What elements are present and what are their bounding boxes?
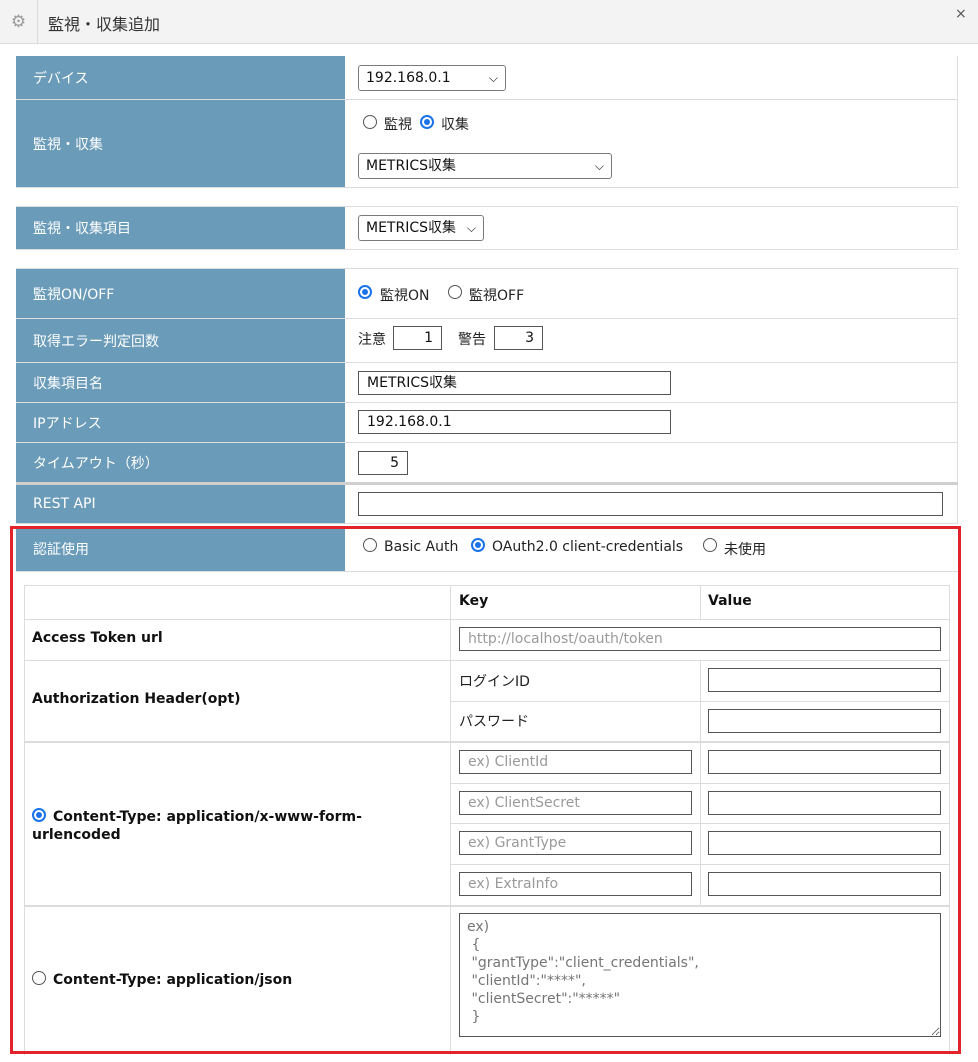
value-header: Value — [708, 593, 752, 609]
login-id-label: ログインID — [459, 674, 530, 690]
access-token-input[interactable]: http://localhost/oauth/token — [459, 627, 941, 651]
access-token-label: Access Token url — [32, 630, 163, 646]
radio-collect-label: 収集 — [441, 117, 469, 133]
radio-no-auth-label: 未使用 — [724, 542, 766, 558]
collect-type-select[interactable]: METRICS収集 ⌵ — [358, 153, 612, 179]
radio-monitor-label: 監視 — [384, 117, 412, 133]
password-input[interactable] — [708, 709, 941, 733]
item-label: 監視・収集項目 — [16, 207, 345, 249]
radio-collect[interactable] — [420, 115, 434, 129]
radio-json[interactable] — [32, 971, 46, 985]
dialog-titlebar: ⚙ 監視・収集追加 × — [0, 0, 978, 44]
grant-type-value-input[interactable] — [708, 831, 941, 855]
chevron-down-icon: ⌵ — [488, 71, 498, 85]
item-select-value: METRICS収集 — [366, 220, 456, 236]
timeout-input[interactable]: 5 — [358, 451, 408, 475]
chevron-down-icon: ⌵ — [466, 221, 476, 235]
client-secret-value-input[interactable] — [708, 791, 941, 815]
login-id-input[interactable] — [708, 668, 941, 692]
chevron-down-icon: ⌵ — [594, 159, 604, 173]
radio-form-urlencoded[interactable] — [32, 808, 46, 822]
gear-icon[interactable]: ⚙ — [0, 0, 38, 43]
item-name-label: 収集項目名 — [16, 363, 345, 402]
radio-basic-auth[interactable] — [363, 538, 377, 552]
device-select[interactable]: 192.168.0.1 ⌵ — [358, 65, 506, 91]
monitor-onoff-label: 監視ON/OFF — [16, 269, 345, 318]
client-id-key-input[interactable]: ex) ClientId — [459, 750, 692, 774]
dialog-title: 監視・収集追加 — [48, 15, 161, 34]
radio-monitor-on[interactable] — [358, 285, 372, 299]
form-urlencoded-label-line2: urlencoded — [32, 827, 121, 843]
timeout-cell — [345, 443, 958, 482]
item-name-input[interactable]: METRICS収集 — [358, 371, 671, 395]
ip-address-label: IPアドレス — [16, 403, 345, 442]
caution-input[interactable]: 1 — [393, 326, 442, 350]
radio-monitor-on-label: 監視ON — [380, 288, 430, 304]
json-body-textarea[interactable] — [459, 913, 941, 1037]
error-count-label: 取得エラー判定回数 — [16, 319, 345, 362]
extra-info-value-input[interactable] — [708, 872, 941, 896]
auth-header-label: Authorization Header(opt) — [32, 691, 241, 707]
password-label: パスワード — [459, 714, 529, 730]
rest-api-label: REST API — [16, 485, 345, 523]
form-urlencoded-label-line1: Content-Type: application/x-www-form- — [53, 809, 362, 825]
radio-no-auth[interactable] — [703, 538, 717, 552]
item-select[interactable]: METRICS収集 ⌵ — [358, 215, 484, 241]
key-header: Key — [459, 593, 489, 609]
radio-oauth2-label: OAuth2.0 client-credentials — [492, 539, 684, 555]
collect-type-value: METRICS収集 — [366, 158, 456, 174]
extra-info-key-input[interactable]: ex) ExtraInfo — [459, 872, 692, 896]
radio-oauth2[interactable] — [471, 538, 485, 552]
client-secret-key-input[interactable]: ex) ClientSecret — [459, 791, 692, 815]
grant-type-key-input[interactable]: ex) GrantType — [459, 831, 692, 855]
timeout-label: タイムアウト（秒） — [16, 443, 345, 482]
radio-monitor-off-label: 監視OFF — [469, 288, 525, 304]
device-label: デバイス — [16, 56, 345, 99]
device-select-value: 192.168.0.1 — [366, 70, 451, 86]
close-icon[interactable]: × — [955, 6, 967, 22]
radio-monitor-off[interactable] — [448, 285, 462, 299]
auth-label: 認証使用 — [16, 527, 345, 571]
radio-basic-auth-label: Basic Auth — [384, 539, 459, 555]
caution-label: 注意 — [358, 332, 386, 348]
warning-label: 警告 — [458, 332, 486, 348]
client-id-value-input[interactable] — [708, 750, 941, 774]
warning-input[interactable]: 3 — [494, 326, 543, 350]
rest-api-input[interactable] — [358, 492, 943, 516]
monitor-onoff-cell — [345, 269, 958, 318]
mon-collect-label: 監視・収集 — [16, 100, 345, 187]
json-label: Content-Type: application/json — [53, 972, 293, 988]
radio-monitor[interactable] — [363, 115, 377, 129]
ip-address-input[interactable]: 192.168.0.1 — [358, 410, 671, 434]
